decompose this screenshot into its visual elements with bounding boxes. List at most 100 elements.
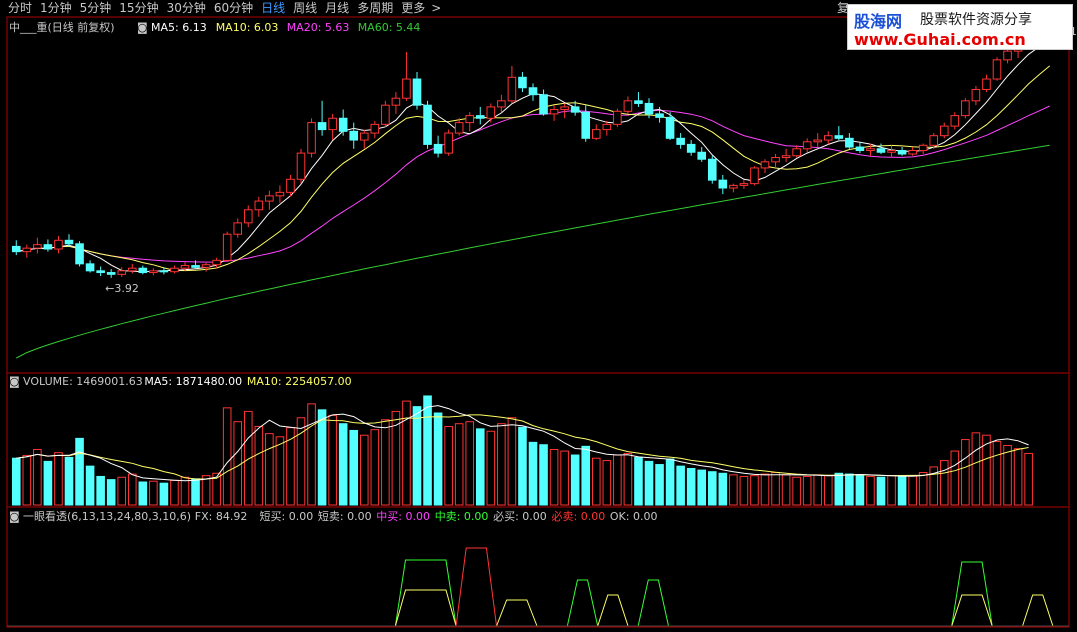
candle [307,118,316,158]
candle-body [655,113,664,118]
signal-line [1022,594,1054,627]
candle [971,86,981,106]
stock-chart[interactable]: ←6.51←3.92中___重(日线 前复权)◙MA5: 6.13MA10: 6… [0,0,1077,632]
volume-bar [560,450,569,506]
candle-body [338,117,348,132]
volume-bar [423,395,432,506]
volume-bar [950,450,960,506]
candle [465,112,475,132]
candle-body [813,139,823,143]
volume-bar [497,423,506,506]
candle [845,133,854,149]
candle [507,65,517,104]
candle-body [191,265,200,268]
volume-bar [866,475,875,506]
candle-body [507,76,517,102]
watermark-logo: 股海网 [854,12,903,31]
candle-body [85,263,95,272]
candle-body [497,100,506,108]
candle-body [265,195,274,202]
candle-body [760,161,770,169]
volume-bar [11,457,21,506]
candle [33,237,42,254]
watermark-tagline: 股票软件资源分享 [920,12,1032,28]
candle [549,105,559,121]
candle [149,268,158,276]
candle [982,74,991,93]
indicator-label-8: OK: 0.00 [610,510,658,523]
candle [665,112,675,141]
volume-bar [370,429,380,506]
candle [170,265,179,274]
volume-bar [718,472,728,506]
volume-bar [760,473,770,506]
volume-bar [75,437,84,506]
candle [54,235,63,254]
volume-bar [486,430,496,506]
candle-body [876,148,886,153]
volume-bar [855,474,865,506]
candle [64,234,74,247]
candle-body [381,104,390,125]
candle-body [518,76,527,89]
candle-body [454,122,464,134]
candle-body [307,122,316,154]
candle-body [950,115,960,127]
volume-bar [159,482,169,506]
candle-body [412,78,422,106]
volume-bar [602,460,612,506]
volume-bar [591,457,601,506]
candle-body [180,265,190,269]
volume-bar [43,460,53,506]
volume-bar [581,445,591,506]
volume-bar [54,452,63,506]
candle-body [317,122,327,131]
candle [707,155,717,184]
candle [961,98,970,119]
candle-body [729,184,738,189]
price-panel-title: 中___重(日线 前复权) [9,20,115,34]
candle [602,120,612,136]
candle-body [939,125,949,137]
signal-line [637,579,669,627]
candle-body [739,183,749,186]
candle-body [391,97,401,106]
volume-bar [33,448,42,506]
indicator-label-2: 短买: 0.00 [260,509,314,523]
candle [855,141,865,154]
candle [328,113,337,141]
ma-label-3: MA60: 5.44 [358,21,421,34]
candle-body [11,245,21,253]
signal-line [566,579,599,627]
candle [897,147,907,156]
signal-line [455,547,498,627]
candle-body [96,270,105,274]
volume-bar [992,441,1002,506]
candle [43,239,53,252]
candle [412,72,422,110]
candle [918,143,928,154]
volume-bar [317,409,327,506]
candle-body [961,100,970,117]
candle-body [64,239,74,245]
candle-body [676,137,685,145]
volume-bar [85,465,95,506]
candle-body [971,88,981,102]
volume-bar [433,412,443,506]
candle [391,92,401,114]
volume-bar [338,423,348,506]
candle-body [887,150,896,153]
indicator-label-3: 短卖: 0.00 [318,509,372,523]
candle [127,263,137,274]
candle-body [465,115,475,124]
indicator-label-4: 中买: 0.00 [376,510,430,523]
volume-bar [64,456,74,506]
candle-body [233,222,243,235]
candle-body [370,123,380,134]
candle [359,129,369,149]
volume-toggle-icon: ◙ [9,375,20,388]
candle-body [686,143,696,153]
candle-body [286,178,295,193]
low-price-marker: ←3.92 [105,282,139,295]
candle-body [992,59,1002,80]
